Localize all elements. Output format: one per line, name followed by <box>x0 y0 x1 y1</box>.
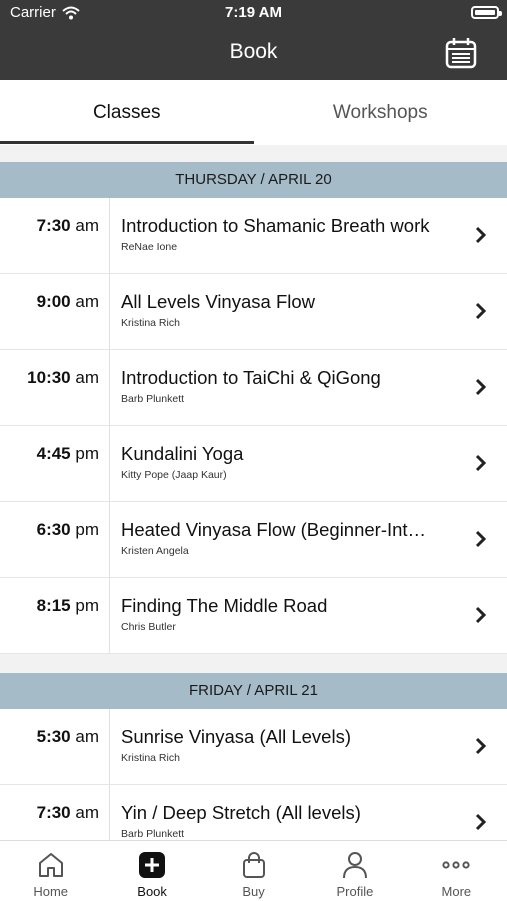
tab-bar: Home Book Buy Profile More <box>0 840 507 901</box>
day-header: FRIDAY / APRIL 21 <box>0 673 507 709</box>
class-name: Finding The Middle Road <box>121 595 441 617</box>
tab-bar-home[interactable]: Home <box>0 841 101 901</box>
nav-header: Carrier 7:19 AM Book <box>0 0 507 80</box>
tab-bar-label: Profile <box>304 884 405 899</box>
page-title: Book <box>0 40 507 64</box>
class-time: 4:45 pm <box>0 444 99 464</box>
class-time: 9:00 am <box>0 292 99 312</box>
battery-icon <box>471 6 499 19</box>
day-section: THURSDAY / APRIL 20 7:30 am Introduction… <box>0 162 507 654</box>
tab-label: Classes <box>93 102 161 124</box>
class-time: 10:30 am <box>0 368 99 388</box>
class-name: Sunrise Vinyasa (All Levels) <box>121 726 441 748</box>
person-icon <box>341 851 369 879</box>
class-row[interactable]: 7:30 am Introduction to Shamanic Breath … <box>0 198 507 274</box>
class-row[interactable]: 10:30 am Introduction to TaiChi & QiGong… <box>0 350 507 426</box>
class-name: Yin / Deep Stretch (All levels) <box>121 802 441 824</box>
chevron-right-icon <box>475 530 487 548</box>
day-header: THURSDAY / APRIL 20 <box>0 162 507 198</box>
instructor-name: Kristen Angela <box>121 545 189 557</box>
calendar-icon[interactable] <box>445 37 477 69</box>
class-name: Kundalini Yoga <box>121 443 441 465</box>
instructor-name: Kristina Rich <box>121 752 180 764</box>
class-time: 7:30 am <box>0 803 99 823</box>
chevron-right-icon <box>475 454 487 472</box>
class-time: 6:30 pm <box>0 520 99 540</box>
chevron-right-icon <box>475 226 487 244</box>
instructor-name: Kitty Pope (Jaap Kaur) <box>121 469 227 481</box>
class-name: Introduction to Shamanic Breath work <box>121 215 441 237</box>
class-name: All Levels Vinyasa Flow <box>121 291 441 313</box>
class-row[interactable]: 9:00 am All Levels Vinyasa Flow Kristina… <box>0 274 507 350</box>
chevron-right-icon <box>475 737 487 755</box>
class-time: 8:15 pm <box>0 596 99 616</box>
segment-tabs: Classes Workshops <box>0 80 507 145</box>
instructor-name: Barb Plunkett <box>121 828 184 840</box>
tab-classes[interactable]: Classes <box>0 80 254 145</box>
instructor-name: ReNae Ione <box>121 241 177 253</box>
class-row[interactable]: 8:15 pm Finding The Middle Road Chris Bu… <box>0 578 507 654</box>
instructor-name: Kristina Rich <box>121 317 180 329</box>
instructor-name: Chris Butler <box>121 621 176 633</box>
class-row[interactable]: 5:30 am Sunrise Vinyasa (All Levels) Kri… <box>0 709 507 785</box>
class-name: Introduction to TaiChi & QiGong <box>121 367 441 389</box>
tab-bar-book[interactable]: Book <box>101 841 202 901</box>
tab-workshops[interactable]: Workshops <box>254 80 507 145</box>
tab-bar-label: Book <box>101 884 202 899</box>
status-bar: Carrier 7:19 AM <box>0 0 507 26</box>
chevron-right-icon <box>475 302 487 320</box>
day-section: FRIDAY / APRIL 21 5:30 am Sunrise Vinyas… <box>0 673 507 861</box>
class-row[interactable]: 4:45 pm Kundalini Yoga Kitty Pope (Jaap … <box>0 426 507 502</box>
instructor-name: Barb Plunkett <box>121 393 184 405</box>
class-time: 5:30 am <box>0 727 99 747</box>
plus-square-icon <box>138 851 166 879</box>
tab-bar-label: More <box>406 884 507 899</box>
chevron-right-icon <box>475 378 487 396</box>
more-dots-icon <box>442 851 470 879</box>
tab-bar-buy[interactable]: Buy <box>203 841 304 901</box>
class-row[interactable]: 6:30 pm Heated Vinyasa Flow (Beginner-In… <box>0 502 507 578</box>
shopping-bag-icon <box>240 851 268 879</box>
class-time: 7:30 am <box>0 216 99 236</box>
tab-bar-more[interactable]: More <box>406 841 507 901</box>
tab-bar-label: Buy <box>203 884 304 899</box>
tab-label: Workshops <box>333 102 428 124</box>
tab-bar-label: Home <box>0 884 101 899</box>
tab-bar-profile[interactable]: Profile <box>304 841 405 901</box>
class-name: Heated Vinyasa Flow (Beginner-Int… <box>121 519 441 541</box>
chevron-right-icon <box>475 606 487 624</box>
status-time: 7:19 AM <box>0 4 507 21</box>
chevron-right-icon <box>475 813 487 831</box>
home-icon <box>37 851 65 879</box>
